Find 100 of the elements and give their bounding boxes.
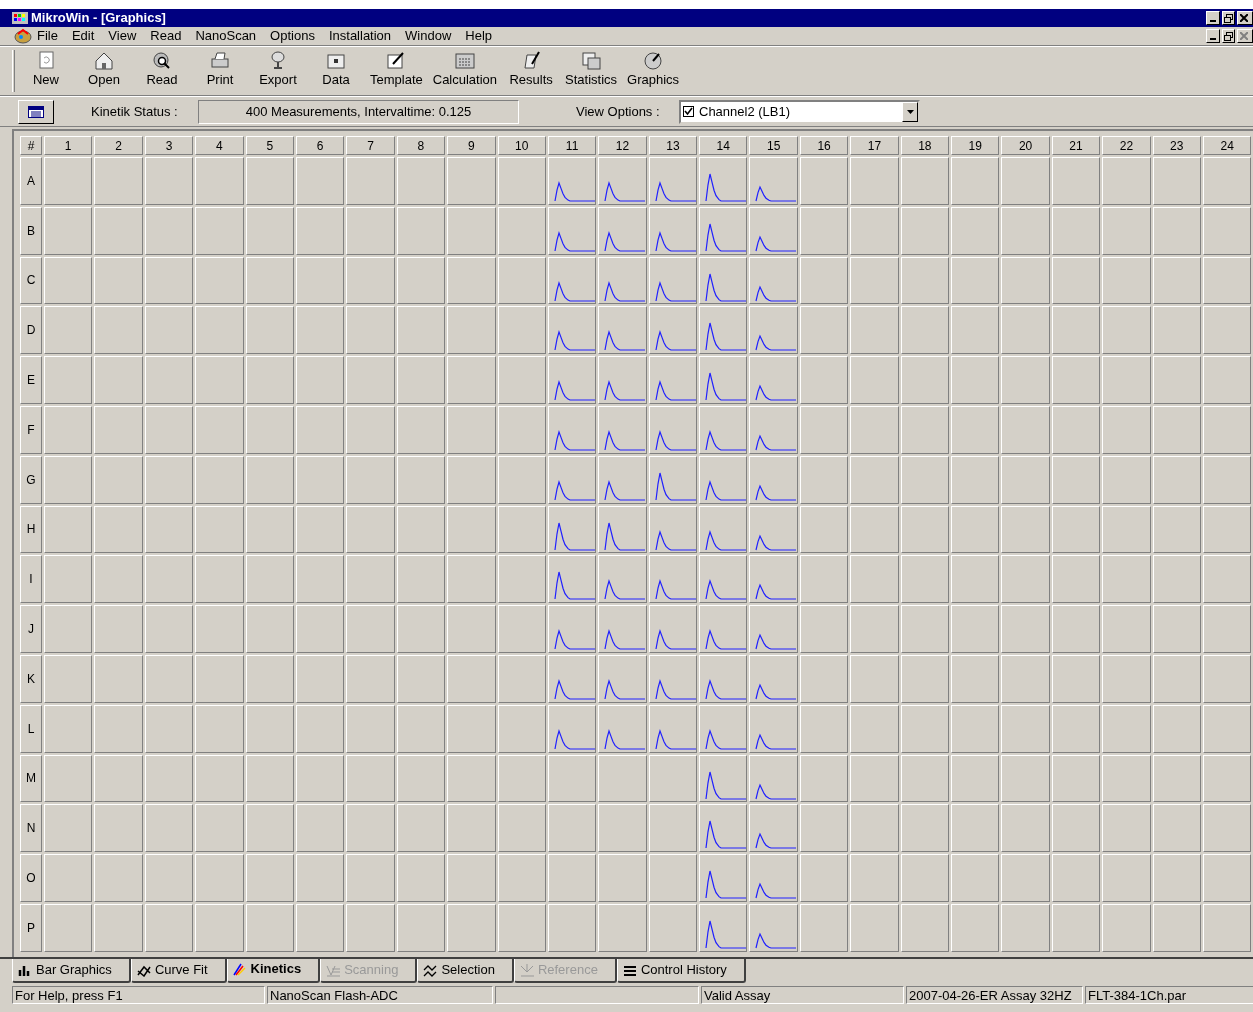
table-view-button[interactable] bbox=[18, 99, 54, 124]
column-header: 6 bbox=[295, 136, 345, 155]
close-button[interactable] bbox=[1237, 29, 1253, 43]
channel-option: Channel2 (LB1) bbox=[699, 101, 791, 122]
toolbar-new-button[interactable]: New bbox=[17, 47, 75, 95]
status-text: NanoScan Flash-ADC bbox=[267, 986, 493, 1004]
tab[interactable]: Curve Fit bbox=[130, 959, 227, 983]
menu-item[interactable]: Edit bbox=[71, 26, 95, 46]
column-header: 9 bbox=[447, 136, 496, 155]
row-header: P bbox=[20, 903, 42, 952]
corner-cell: # bbox=[20, 136, 42, 155]
toolbar-open-button[interactable]: Open bbox=[75, 47, 133, 95]
row-header: L bbox=[20, 704, 42, 753]
minimize-button[interactable] bbox=[1206, 29, 1220, 43]
app-icon bbox=[12, 12, 28, 24]
menu-item[interactable]: NanoScan bbox=[195, 26, 257, 46]
scanning-icon bbox=[326, 963, 341, 977]
fit-icon bbox=[136, 963, 151, 977]
column-header: 16 bbox=[799, 136, 849, 155]
column-header: 14 bbox=[699, 136, 748, 155]
row-header: J bbox=[20, 605, 42, 653]
open-icon bbox=[93, 50, 115, 70]
row-header: H bbox=[20, 505, 42, 554]
column-header: 11 bbox=[547, 136, 597, 155]
graphics-icon bbox=[642, 50, 665, 70]
restore-button[interactable] bbox=[1221, 29, 1235, 43]
app-logo-icon bbox=[14, 28, 32, 44]
column-header: 19 bbox=[951, 136, 1000, 155]
bars-icon bbox=[18, 963, 32, 977]
calculation-icon bbox=[453, 50, 476, 70]
row-header: O bbox=[20, 854, 42, 902]
toolbar-calculation-button[interactable]: Calculation bbox=[427, 47, 503, 95]
status-text: FLT-384-1Ch.par bbox=[1085, 986, 1253, 1004]
restore-button[interactable] bbox=[1221, 11, 1235, 25]
menu-item[interactable]: View bbox=[108, 26, 137, 46]
row-header: F bbox=[20, 406, 42, 454]
toolbar-template-button[interactable]: Template bbox=[365, 47, 428, 95]
column-header: 12 bbox=[598, 136, 647, 155]
channel-checkbox[interactable] bbox=[683, 106, 694, 117]
row-header: E bbox=[20, 356, 42, 404]
menu-item[interactable]: Help bbox=[465, 26, 493, 46]
toolbar-export-button[interactable]: Export bbox=[249, 47, 307, 95]
kinetik-status-field: 400 Measurements, Intervaltime: 0.125 bbox=[198, 99, 519, 124]
toolbar-statistics-button[interactable]: Statistics bbox=[560, 47, 623, 95]
toolbar-results-button[interactable]: Results bbox=[502, 47, 561, 95]
column-header: 22 bbox=[1102, 136, 1151, 155]
toolbar-data-button[interactable]: Data bbox=[307, 47, 365, 95]
column-header: 4 bbox=[195, 136, 244, 155]
status-text: 2007-04-26-ER Assay 32HZ bbox=[906, 986, 1083, 1004]
column-header: 24 bbox=[1203, 136, 1252, 155]
menu-item[interactable]: Options bbox=[270, 26, 315, 46]
reference-icon bbox=[519, 963, 534, 977]
minimize-icon bbox=[1209, 38, 1216, 40]
tab[interactable]: Control History bbox=[616, 959, 746, 983]
statistics-icon bbox=[580, 50, 603, 70]
minimize-icon bbox=[1209, 20, 1216, 22]
status-text: Valid Assay bbox=[701, 986, 904, 1004]
tab[interactable]: Kinetics bbox=[226, 959, 321, 983]
tab[interactable]: Selection bbox=[417, 959, 514, 983]
column-header: 8 bbox=[396, 136, 446, 155]
row-header: N bbox=[20, 804, 42, 853]
menu-item[interactable]: Window bbox=[405, 26, 452, 46]
toolbar-print-button[interactable]: Print bbox=[191, 47, 249, 95]
menu-item[interactable]: Read bbox=[150, 26, 182, 46]
column-header: 20 bbox=[1001, 136, 1050, 155]
view-options-label: View Options : bbox=[576, 102, 661, 121]
column-header: 1 bbox=[44, 136, 93, 155]
column-header: 7 bbox=[346, 136, 395, 155]
close-icon bbox=[1240, 32, 1248, 40]
selection-icon bbox=[423, 963, 438, 977]
row-header: I bbox=[20, 555, 42, 604]
column-header: 15 bbox=[749, 136, 798, 155]
column-header: 23 bbox=[1152, 136, 1201, 155]
toolbar-graphics-button[interactable]: Graphics bbox=[622, 47, 685, 95]
close-icon bbox=[1240, 14, 1248, 22]
menu-item[interactable]: Installation bbox=[328, 26, 392, 46]
print-icon bbox=[209, 50, 231, 70]
status-text: For Help, press F1 bbox=[12, 986, 265, 1004]
column-header: 3 bbox=[144, 136, 194, 155]
table-icon bbox=[28, 105, 44, 118]
window-title: MikroWin - [Graphics] bbox=[31, 9, 166, 27]
column-header: 2 bbox=[94, 136, 143, 155]
menu-item[interactable]: File bbox=[37, 26, 58, 46]
minimize-button[interactable] bbox=[1206, 11, 1220, 25]
column-header: 10 bbox=[497, 136, 546, 155]
row-header: G bbox=[20, 455, 42, 504]
row-header: C bbox=[20, 256, 42, 305]
row-header: M bbox=[20, 754, 42, 803]
toolbar-read-button[interactable]: Read bbox=[133, 47, 191, 95]
history-icon bbox=[622, 963, 637, 977]
column-header: 13 bbox=[648, 136, 698, 155]
view-options-dropdown[interactable]: Channel2 (LB1) bbox=[679, 99, 920, 124]
row-header: A bbox=[20, 157, 42, 205]
column-header: 21 bbox=[1051, 136, 1101, 155]
row-header: D bbox=[20, 306, 42, 355]
column-header: 17 bbox=[850, 136, 899, 155]
tab[interactable]: Bar Graphics bbox=[12, 959, 131, 983]
column-header: 18 bbox=[900, 136, 950, 155]
close-button[interactable] bbox=[1237, 11, 1253, 25]
kinetics-icon bbox=[232, 962, 247, 976]
